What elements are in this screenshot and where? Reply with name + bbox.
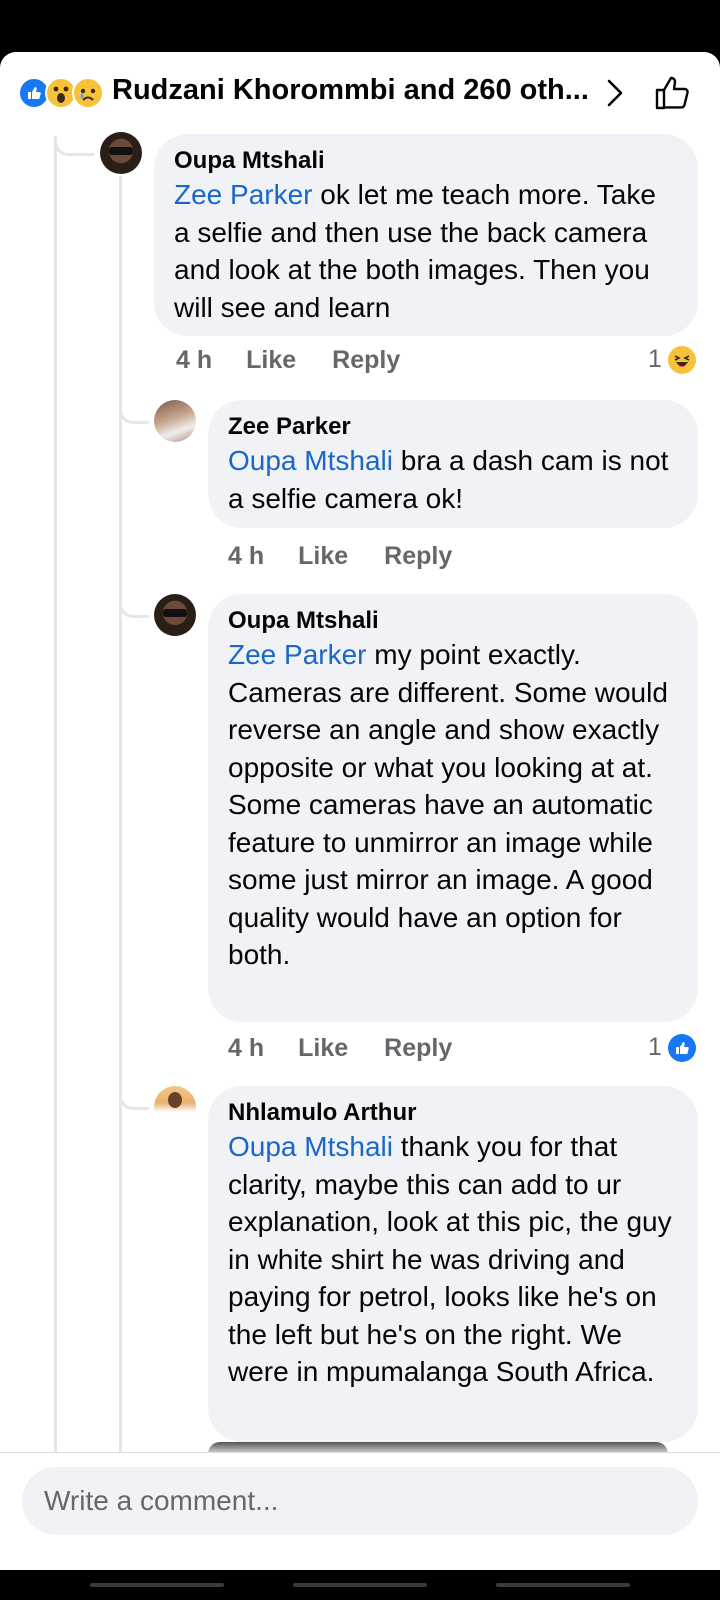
comment-bubble[interactable]: Zee Parker Oupa Mtshali bra a dash cam i…: [208, 400, 698, 528]
nav-home[interactable]: [293, 1583, 427, 1587]
haha-reaction-icon: [667, 345, 696, 374]
status-bar: [0, 0, 720, 52]
mention-link[interactable]: Zee Parker: [228, 639, 367, 670]
reactors-title[interactable]: Rudzani Khorommbi and 260 oth...: [112, 74, 589, 107]
comment-author[interactable]: Oupa Mtshali: [228, 606, 678, 636]
thread-connector: [119, 586, 149, 618]
like-thumb-icon[interactable]: [652, 72, 694, 114]
thread-connector: [54, 136, 94, 156]
avatar[interactable]: [154, 400, 196, 442]
comment-time: 4 h: [228, 542, 265, 570]
thread-line-nested: [119, 176, 122, 1452]
avatar[interactable]: [154, 594, 196, 636]
nav-recents[interactable]: [90, 1583, 224, 1587]
comment-time: 4 h: [228, 1034, 265, 1062]
comment-actions: 4 h Like Reply: [176, 346, 400, 375]
comment-author[interactable]: Nhlamulo Arthur: [228, 1098, 678, 1128]
comment-text: Oupa Mtshali thank you for that clarity,…: [228, 1131, 672, 1387]
thread-line: [54, 136, 57, 1452]
comment-actions: 4 h Like Reply: [228, 1034, 452, 1063]
reaction-count[interactable]: 1: [648, 345, 696, 374]
like-button[interactable]: Like: [298, 542, 348, 571]
comments-sheet: Rudzani Khorommbi and 260 oth... Oupa Mt…: [0, 52, 720, 1570]
comment-input[interactable]: Write a comment...: [22, 1467, 698, 1535]
comment-bubble[interactable]: Oupa Mtshali Zee Parker my point exactly…: [208, 594, 698, 1022]
comment-text: Oupa Mtshali bra a dash cam is not a sel…: [228, 445, 669, 514]
system-nav-bar: [0, 1570, 720, 1600]
sad-reaction-icon: [72, 77, 104, 109]
avatar[interactable]: [100, 132, 142, 174]
like-reaction-icon: [667, 1033, 696, 1062]
comment-actions: 4 h Like Reply: [228, 542, 452, 571]
comment-composer-bar: Write a comment...: [0, 1452, 720, 1570]
reply-button[interactable]: Reply: [332, 346, 400, 375]
thread-connector: [119, 1078, 149, 1110]
avatar[interactable]: [154, 1086, 196, 1128]
mention-link[interactable]: Oupa Mtshali: [228, 1131, 393, 1162]
mention-link[interactable]: Zee Parker: [174, 179, 313, 210]
comment-author[interactable]: Oupa Mtshali: [174, 146, 678, 176]
mention-link[interactable]: Oupa Mtshali: [228, 445, 393, 476]
reply-button[interactable]: Reply: [384, 542, 452, 571]
nav-back[interactable]: [496, 1583, 630, 1587]
like-button[interactable]: Like: [298, 1034, 348, 1063]
reactions-header[interactable]: Rudzani Khorommbi and 260 oth...: [0, 52, 720, 136]
chevron-right-icon[interactable]: [598, 76, 632, 110]
comment-bubble[interactable]: Oupa Mtshali Zee Parker ok let me teach …: [154, 134, 698, 336]
reaction-count[interactable]: 1: [648, 1033, 696, 1062]
comment-bubble[interactable]: Nhlamulo Arthur Oupa Mtshali thank you f…: [208, 1086, 698, 1442]
reaction-summary[interactable]: [18, 77, 110, 109]
like-button[interactable]: Like: [246, 346, 296, 375]
comment-time: 4 h: [176, 346, 213, 374]
comment-text: Zee Parker ok let me teach more. Take a …: [174, 179, 656, 323]
comment-author[interactable]: Zee Parker: [228, 412, 678, 442]
thread-connector: [119, 392, 149, 424]
reply-button[interactable]: Reply: [384, 1034, 452, 1063]
comment-text: Zee Parker my point exactly. Cameras are…: [228, 639, 668, 970]
